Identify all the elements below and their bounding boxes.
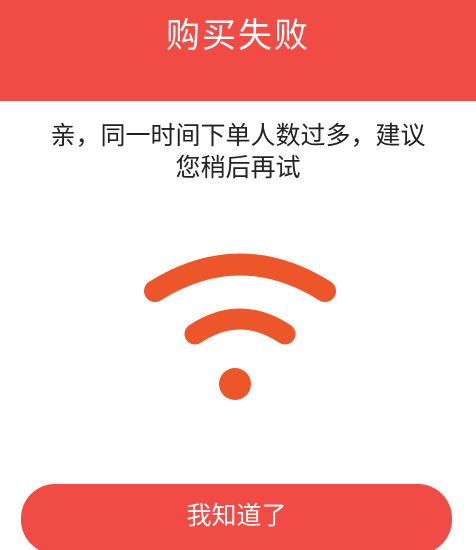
got-it-button-label: 我知道了: [186, 501, 287, 530]
header-bar: 购买失败: [0, 0, 476, 101]
wifi-outer-arc: [144, 253, 336, 302]
page-title: 购买失败: [166, 16, 310, 56]
wifi-dot: [219, 368, 251, 400]
wifi-icon: [140, 250, 340, 410]
wifi-inner-arc: [184, 308, 296, 345]
got-it-button[interactable]: 我知道了: [21, 484, 452, 550]
error-message-line-2: 您稍后再试: [175, 153, 301, 182]
purchase-failed-screen: 购买失败 亲，同一时间下单人数过多，建议 您稍后再试 我知道了: [0, 0, 476, 550]
error-message: 亲，同一时间下单人数过多，建议 您稍后再试: [0, 120, 476, 184]
error-message-line-1: 亲，同一时间下单人数过多，建议: [50, 121, 426, 150]
